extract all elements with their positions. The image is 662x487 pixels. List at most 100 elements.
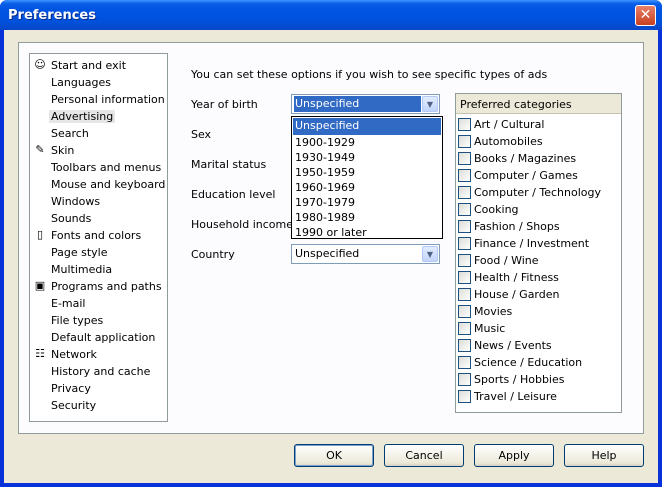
checkbox[interactable]: [458, 135, 471, 148]
checkbox[interactable]: [458, 356, 471, 369]
sidebar-item-fonts-and-colors[interactable]: ▯ Fonts and colors: [30, 227, 167, 244]
chevron-down-icon[interactable]: ▼: [422, 246, 438, 262]
category-label: Music: [474, 322, 506, 335]
sex-label: Sex: [191, 128, 212, 141]
chevron-down-icon[interactable]: ▼: [422, 96, 438, 112]
sidebar-item-languages[interactable]: Languages: [30, 74, 167, 91]
sidebar-item-personal-information[interactable]: Personal information: [30, 91, 167, 108]
close-button[interactable]: ✕: [635, 5, 656, 26]
dropdown-option[interactable]: 1990 or later: [293, 225, 441, 242]
sidebar-item-default-application[interactable]: Default application: [30, 329, 167, 346]
category-label: News / Events: [474, 339, 552, 352]
category-label: Movies: [474, 305, 513, 318]
checkbox[interactable]: [458, 237, 471, 250]
category-item[interactable]: Sports / Hobbies: [458, 371, 618, 388]
sidebar-item-history-and-cache[interactable]: History and cache: [30, 363, 167, 380]
sidebar-item-page-style[interactable]: Page style: [30, 244, 167, 261]
category-item[interactable]: Fashion / Shops: [458, 218, 618, 235]
year-of-birth-select[interactable]: Unspecified ▼: [291, 94, 440, 114]
document-icon: ▯: [36, 228, 44, 241]
category-item[interactable]: Music: [458, 320, 618, 337]
sidebar-item-skin[interactable]: ✎ Skin: [30, 142, 167, 159]
checkbox[interactable]: [458, 305, 471, 318]
category-item[interactable]: House / Garden: [458, 286, 618, 303]
category-item[interactable]: Automobiles: [458, 133, 618, 150]
sidebar-item-label: Security: [51, 399, 97, 412]
checkbox[interactable]: [458, 186, 471, 199]
preferences-window: Preferences ✕ ☺ Start and exit Languages …: [0, 0, 662, 487]
checkbox[interactable]: [458, 254, 471, 267]
checkbox[interactable]: [458, 271, 471, 284]
sidebar-item-label: Network: [51, 348, 97, 361]
category-item[interactable]: Cooking: [458, 201, 618, 218]
category-label: Health / Fitness: [474, 271, 559, 284]
checkbox[interactable]: [458, 118, 471, 131]
education-level-label: Education level: [191, 188, 276, 201]
sidebar-item-privacy[interactable]: Privacy: [30, 380, 167, 397]
country-value: Unspecified: [295, 247, 360, 260]
category-item[interactable]: News / Events: [458, 337, 618, 354]
network-icon: ☷: [35, 347, 45, 360]
category-label: Computer / Games: [474, 169, 578, 182]
category-item[interactable]: Finance / Investment: [458, 235, 618, 252]
sidebar-item-label: Start and exit: [51, 59, 127, 72]
sidebar-item-label: Programs and paths: [51, 280, 162, 293]
category-item[interactable]: Movies: [458, 303, 618, 320]
sidebar-item-label: Privacy: [51, 382, 91, 395]
category-label: Travel / Leisure: [474, 390, 557, 403]
sidebar-item-security[interactable]: Security: [30, 397, 167, 414]
sidebar-item-windows[interactable]: Windows: [30, 193, 167, 210]
sidebar-item-label: Fonts and colors: [51, 229, 142, 242]
sidebar-item-multimedia[interactable]: Multimedia: [30, 261, 167, 278]
cancel-button[interactable]: Cancel: [384, 444, 464, 467]
category-item[interactable]: Travel / Leisure: [458, 388, 618, 405]
sidebar-item-toolbars-and-menus[interactable]: Toolbars and menus: [30, 159, 167, 176]
category-item[interactable]: Computer / Technology: [458, 184, 618, 201]
checkbox[interactable]: [458, 322, 471, 335]
sidebar-item-sounds[interactable]: Sounds: [30, 210, 167, 227]
category-item[interactable]: Art / Cultural: [458, 116, 618, 133]
preferred-categories-list: Preferred categories Art / Cultural Auto…: [455, 93, 622, 413]
help-button[interactable]: Help: [564, 444, 644, 467]
category-label: Sports / Hobbies: [474, 373, 565, 386]
sidebar-item-label: Page style: [51, 246, 108, 259]
title-bar[interactable]: Preferences ✕: [0, 0, 662, 30]
category-item[interactable]: Science / Education: [458, 354, 618, 371]
sidebar-item-programs-and-paths[interactable]: ▣ Programs and paths: [30, 278, 167, 295]
sidebar-item-start-and-exit[interactable]: ☺ Start and exit: [30, 57, 167, 74]
sidebar-item-label: Advertising: [49, 110, 116, 123]
category-item[interactable]: Food / Wine: [458, 252, 618, 269]
sidebar-item-label: Mouse and keyboard: [51, 178, 166, 191]
sidebar-item-e-mail[interactable]: E-mail: [30, 295, 167, 312]
sidebar-item-label: File types: [51, 314, 104, 327]
category-label: Computer / Technology: [474, 186, 601, 199]
sidebar-item-label: Toolbars and menus: [51, 161, 162, 174]
checkbox[interactable]: [458, 339, 471, 352]
category-item[interactable]: Books / Magazines: [458, 150, 618, 167]
checkbox[interactable]: [458, 373, 471, 386]
sidebar-item-mouse-and-keyboard[interactable]: Mouse and keyboard: [30, 176, 167, 193]
apply-button[interactable]: Apply: [474, 444, 554, 467]
sidebar-item-network[interactable]: ☷ Network: [30, 346, 167, 363]
category-label: House / Garden: [474, 288, 560, 301]
close-icon: ✕: [639, 7, 652, 23]
category-item[interactable]: Computer / Games: [458, 167, 618, 184]
sidebar-item-advertising[interactable]: Advertising: [30, 108, 167, 125]
sidebar-item-file-types[interactable]: File types: [30, 312, 167, 329]
dropdown-option[interactable]: Unspecified: [293, 118, 441, 135]
checkbox[interactable]: [458, 169, 471, 182]
checkbox[interactable]: [458, 152, 471, 165]
checkbox[interactable]: [458, 220, 471, 233]
category-label: Food / Wine: [474, 254, 539, 267]
checkbox[interactable]: [458, 288, 471, 301]
sidebar-item-label: E-mail: [51, 297, 86, 310]
checkbox[interactable]: [458, 390, 471, 403]
categories-header: Preferred categories: [456, 94, 621, 114]
checkbox[interactable]: [458, 203, 471, 216]
category-item[interactable]: Health / Fitness: [458, 269, 618, 286]
sidebar-item-label: Default application: [51, 331, 156, 344]
sidebar-item-search[interactable]: Search: [30, 125, 167, 142]
ok-button[interactable]: OK: [294, 444, 374, 467]
country-select[interactable]: Unspecified ▼: [291, 244, 440, 264]
sidebar-item-label: Search: [51, 127, 89, 140]
